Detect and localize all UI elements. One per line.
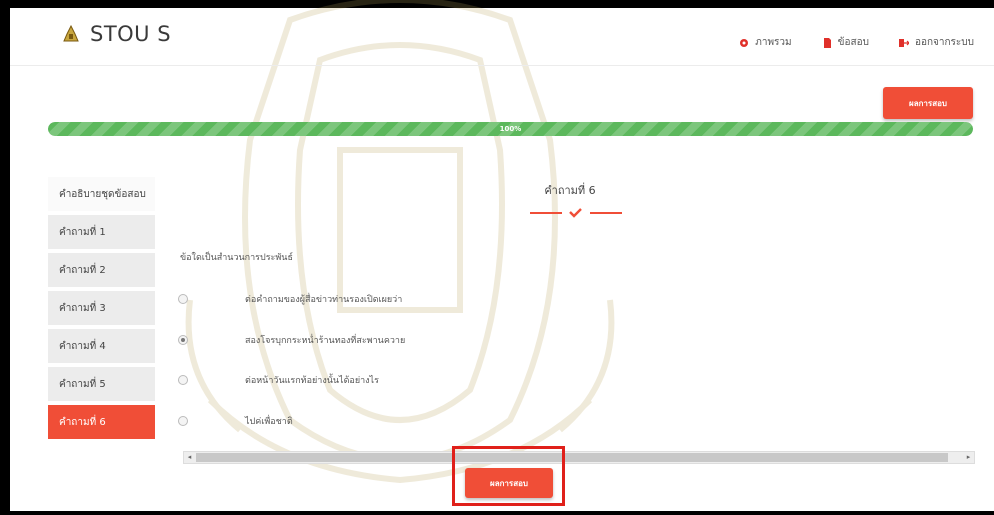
sidebar-item-question-3[interactable]: คำถามที่ 3 [48,291,155,325]
document-icon [823,37,831,48]
sidebar-item-question-6[interactable]: คำถามที่ 6 [48,405,155,439]
sidebar-item-label: คำถามที่ 5 [59,378,106,390]
title-separator-check-icon [530,208,622,218]
option-1-label: ต่อคำถามของผู้สื่อข่าวท่านรองเปิดเผยว่า [245,295,403,305]
logout-icon [898,38,909,47]
sidebar-item-question-5[interactable]: คำถามที่ 5 [48,367,155,401]
dashboard-icon [740,38,749,47]
frame-left-border [0,0,10,515]
scroll-thumb[interactable] [196,453,948,462]
frame-top-border [0,0,994,8]
nav-logout-label: ออกจากระบบ [914,37,974,48]
option-1-radio[interactable] [178,294,188,304]
result-button-top[interactable]: ผลการสอบ [883,87,973,119]
nav-logout[interactable]: ออกจากระบบ [898,35,974,50]
sidebar-item-question-2[interactable]: คำถามที่ 2 [48,253,155,287]
sidebar-item-label: คำถามที่ 3 [59,302,106,314]
progress-fill: 100% [48,122,973,136]
sidebar-item-label: คำถามที่ 6 [59,416,106,428]
option-2-radio[interactable] [178,335,188,345]
question-text: ข้อใดเป็นสำนวนการประพันธ์ [180,253,293,263]
option-3-radio[interactable] [178,375,188,385]
option-2[interactable]: สองโจรบุกกระหน่ำร้านทองที่สะพานควาย [178,335,405,346]
option-1[interactable]: ต่อคำถามของผู้สื่อข่าวท่านรองเปิดเผยว่า [178,294,402,305]
sidebar-item-label: คำถามที่ 4 [59,340,106,352]
nav-menu: ภาพรวม ข้อสอบ ออกจากระบบ [739,35,974,50]
option-4[interactable]: ไปค่เพื่อชาติ [178,416,293,427]
question-sidebar: คำอธิบายชุดข้อสอบ คำถามที่ 1 คำถามที่ 2 … [48,177,155,443]
option-4-radio[interactable] [178,416,188,426]
option-3-label: ต่อหน้าวันแรกท้อย่างนั้นได้อย่างไร [245,376,379,386]
progress-label: 100% [499,125,522,133]
option-4-label: ไปค่เพื่อชาติ [245,417,293,427]
horizontal-scrollbar[interactable]: ◂ ▸ [183,451,975,464]
sidebar-item-question-1[interactable]: คำถามที่ 1 [48,215,155,249]
brand-name: STOU S [90,22,172,46]
sidebar-item-description[interactable]: คำอธิบายชุดข้อสอบ [48,177,155,211]
brand[interactable]: STOU S [62,22,171,46]
scroll-right-arrow-icon[interactable]: ▸ [964,453,973,462]
nav-exam[interactable]: ข้อสอบ [822,35,869,50]
brand-logo-icon [63,25,79,42]
nav-exam-label: ข้อสอบ [837,37,869,48]
option-2-label: สองโจรบุกกระหน่ำร้านทองที่สะพานควาย [245,336,406,346]
sidebar-item-question-4[interactable]: คำถามที่ 4 [48,329,155,363]
frame-bottom-border [0,511,994,515]
top-navbar: STOU S ภาพรวม ข้อสอบ ออกจากระบบ [10,8,994,66]
sidebar-item-label: คำอธิบายชุดข้อสอบ [59,188,146,200]
result-button-bottom[interactable]: ผลการสอบ [465,468,553,498]
scroll-left-arrow-icon[interactable]: ◂ [185,453,194,462]
sidebar-item-label: คำถามที่ 1 [59,226,106,238]
question-title: คำถามที่ 6 [544,184,596,197]
progress-bar: 100% [48,122,973,136]
sidebar-item-label: คำถามที่ 2 [59,264,106,276]
nav-overview-label: ภาพรวม [755,37,792,48]
option-3[interactable]: ต่อหน้าวันแรกท้อย่างนั้นได้อย่างไร [178,375,379,386]
nav-overview[interactable]: ภาพรวม [739,35,792,50]
